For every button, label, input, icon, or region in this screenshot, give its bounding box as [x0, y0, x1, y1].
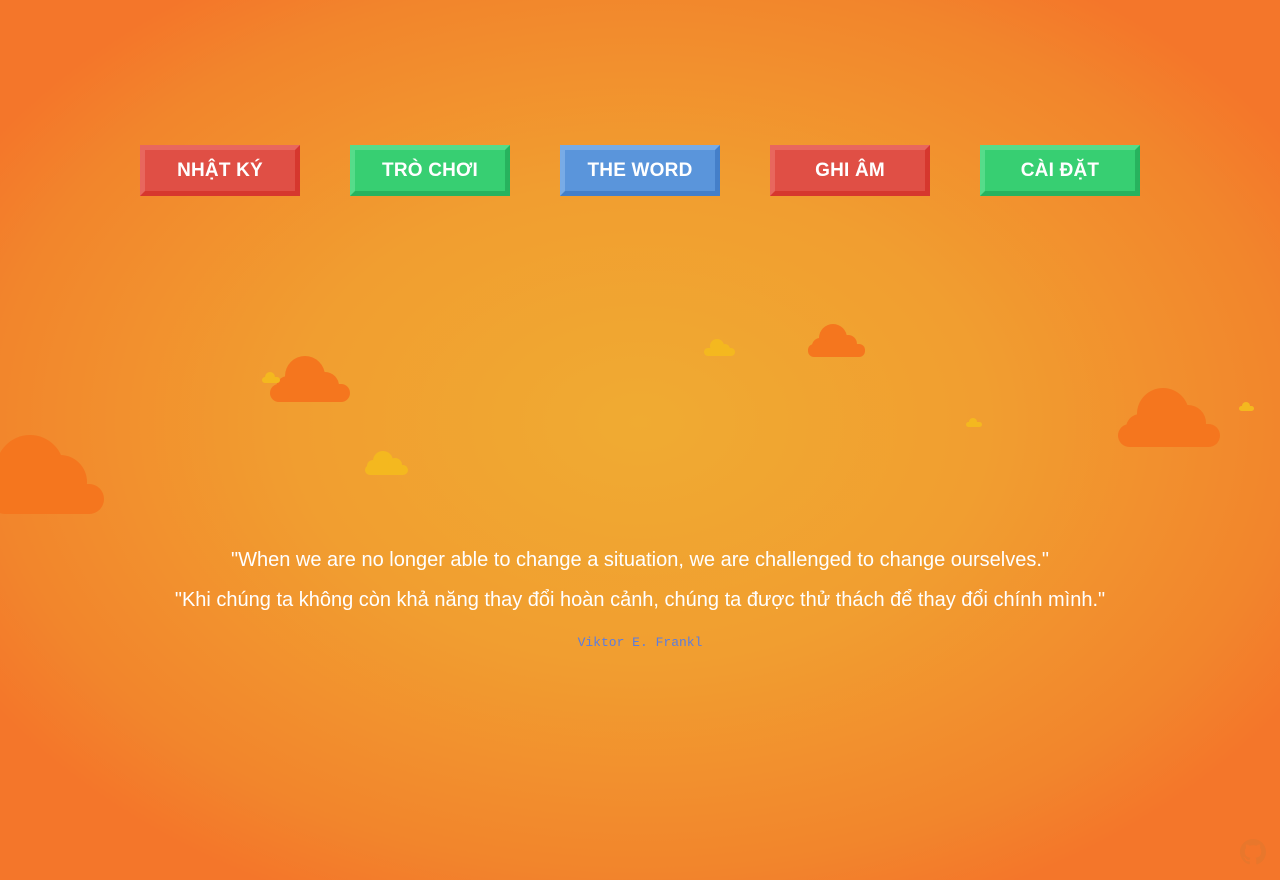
quote-vietnamese: "Khi chúng ta không còn khả năng thay đổ… [174, 589, 1106, 611]
main-navigation: NHẬT KÝ TRÒ CHƠI THE WORD GHI ÂM CÀI ĐẶT [140, 145, 1140, 196]
cloud-icon [1118, 388, 1220, 447]
github-link[interactable] [1240, 839, 1266, 865]
quote-author: Viktor E. Frankl [577, 635, 703, 650]
cloud-scenery [0, 324, 1254, 514]
cloud-icon [704, 339, 735, 356]
the-word-button[interactable]: THE WORD [560, 145, 720, 196]
games-button[interactable]: TRÒ CHƠI [350, 145, 510, 196]
cloud-icon [262, 372, 280, 383]
cloud-icon [270, 356, 350, 402]
cloud-icon [1239, 402, 1254, 411]
quote-english: "When we are no longer able to change a … [230, 549, 1050, 571]
cloud-icon [0, 435, 104, 514]
diary-button[interactable]: NHẬT KÝ [140, 145, 300, 196]
cloud-icon [365, 451, 408, 475]
github-icon [1240, 839, 1266, 865]
cloud-icon [808, 324, 865, 357]
recording-button[interactable]: GHI ÂM [770, 145, 930, 196]
settings-button[interactable]: CÀI ĐẶT [980, 145, 1140, 196]
cloud-icon [966, 418, 982, 427]
